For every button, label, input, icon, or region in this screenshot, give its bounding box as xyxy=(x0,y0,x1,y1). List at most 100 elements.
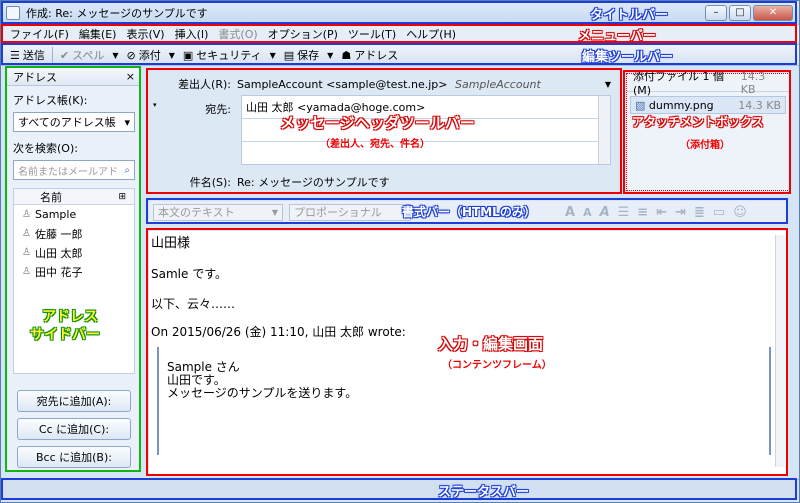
add-to-button[interactable]: 宛先に追加(A): xyxy=(17,390,131,412)
attachment-header[interactable]: 添付ファイル 1 個(M) 14.3 KB xyxy=(627,70,789,97)
attach-button[interactable]: ⊘ 添付 xyxy=(121,46,165,64)
close-button[interactable]: ✕ xyxy=(753,5,793,21)
add-bcc-button[interactable]: Bcc に追加(B): xyxy=(17,446,131,468)
lock-icon: ▣ xyxy=(182,48,194,62)
toolbar-separator xyxy=(51,47,53,63)
annotation-header-sub: （差出人、宛先、件名） xyxy=(320,139,430,150)
app-icon xyxy=(6,6,20,20)
spell-label: スペル xyxy=(72,49,105,62)
person-icon: ♙ xyxy=(22,228,31,239)
attachment-box: 添付ファイル 1 個(M) 14.3 KB ▧ dummy.png 14.3 K… xyxy=(626,70,790,191)
chevron-down-icon: ▾ xyxy=(124,115,130,129)
indent-icon[interactable]: ⇥ xyxy=(671,205,690,220)
column-name[interactable]: 名前 xyxy=(40,189,62,205)
security-dropdown-icon[interactable]: ▼ xyxy=(267,51,279,60)
column-picker-icon[interactable]: ⊞ xyxy=(118,192,126,202)
image-file-icon: ▧ xyxy=(635,98,646,112)
search-icon: ⌕ xyxy=(124,164,130,176)
annotation-edit-toolbar: 編集ツールバー xyxy=(582,50,674,65)
contact-name: 山田 太郎 xyxy=(34,246,83,260)
paperclip-icon: ⊘ xyxy=(126,48,136,62)
addressbook-select[interactable]: すべてのアドレス帳 ▾ xyxy=(13,112,135,132)
contact-name: Sample xyxy=(34,208,77,221)
spell-button[interactable]: ✔ スペル xyxy=(55,46,109,64)
list-item[interactable]: ♙ 佐藤 一郎 xyxy=(14,224,134,243)
spell-dropdown-icon[interactable]: ▼ xyxy=(109,51,121,60)
menu-format[interactable]: 書式(O) xyxy=(213,26,262,42)
list-item[interactable]: ♙ 山田 太郎 xyxy=(14,243,134,262)
annotation-attachment-box: アタッチメントボックス xyxy=(632,115,764,129)
address-sidebar: アドレス × アドレス帳(K): すべてのアドレス帳 ▾ 次を検索(O): 名前… xyxy=(7,68,141,472)
menu-edit[interactable]: 編集(E) xyxy=(74,26,122,42)
menu-bar: ファイル(F) 編集(E) 表示(V) 挿入(I) 書式(O) オプション(P)… xyxy=(1,25,799,43)
annotation-content: 入力・編集画面 xyxy=(438,335,544,353)
save-dropdown-icon[interactable]: ▼ xyxy=(324,51,336,60)
from-label: 差出人(R): xyxy=(178,78,231,91)
attach-label: 添付 xyxy=(138,49,161,62)
body-line: 以下、云々…… xyxy=(151,297,236,311)
add-cc-button[interactable]: Cc に追加(C): xyxy=(17,418,131,440)
address-button[interactable]: ☗ アドレス xyxy=(336,46,403,64)
annotation-address-sidebar-2: サイドバー xyxy=(30,327,100,343)
status-bar xyxy=(1,479,799,501)
menu-file[interactable]: ファイル(F) xyxy=(5,26,74,42)
save-button[interactable]: ▤ 保存 xyxy=(279,46,324,64)
contact-list-header: 名前 ⊞ xyxy=(14,189,134,205)
menu-tools[interactable]: ツール(T) xyxy=(343,26,401,42)
menu-view[interactable]: 表示(V) xyxy=(121,26,169,42)
menu-insert[interactable]: 挿入(I) xyxy=(170,26,214,42)
italic-icon[interactable]: A xyxy=(596,205,614,220)
numbered-list-icon[interactable]: ≡ xyxy=(633,205,652,220)
recipient-scrollbar[interactable] xyxy=(598,96,610,164)
person-icon: ♙ xyxy=(22,247,31,258)
attachment-size: 14.3 KB xyxy=(738,98,781,112)
send-label: 送信 xyxy=(22,49,45,62)
menu-help[interactable]: ヘルプ(H) xyxy=(401,26,461,42)
paragraph-format-value: 本文のテキスト xyxy=(158,206,235,219)
annotation-titlebar: タイトルバー xyxy=(590,8,669,23)
quote-right-bar xyxy=(769,347,771,455)
security-label: セキュリティ xyxy=(196,49,262,62)
search-label: 次を検索(O): xyxy=(13,142,78,155)
annotation-header-toolbar: メッセージヘッダツールバー xyxy=(280,114,475,132)
sidebar-title: アドレス xyxy=(13,70,57,84)
insert-object-icon[interactable]: ▭ xyxy=(709,205,729,220)
send-button[interactable]: ☰ 送信 xyxy=(5,46,50,64)
attach-dropdown-icon[interactable]: ▼ xyxy=(166,51,178,60)
to-label: 宛先: xyxy=(205,103,231,116)
from-account: SampleAccount xyxy=(454,77,541,91)
security-button[interactable]: ▣ セキュリティ xyxy=(178,46,267,64)
search-input[interactable]: 名前またはメールアド ⌕ xyxy=(13,160,135,180)
align-icon[interactable]: ≣ xyxy=(690,205,709,220)
paragraph-format-select[interactable]: 本文のテキスト ▼ xyxy=(153,203,283,221)
person-icon: ♙ xyxy=(22,209,31,220)
smaller-text-icon[interactable]: A xyxy=(579,206,596,219)
list-item[interactable]: ♙ Sample xyxy=(14,205,134,224)
content-scrollbar[interactable] xyxy=(775,235,785,467)
attachment-item[interactable]: ▧ dummy.png 14.3 KB xyxy=(630,96,786,114)
body-line: 山田様 xyxy=(151,236,191,251)
window-controls: – □ ✕ xyxy=(705,5,793,21)
addressbook-label: アドレス帳(K): xyxy=(13,94,88,107)
sidebar-close-icon[interactable]: × xyxy=(126,70,135,83)
smiley-icon[interactable]: ☺ xyxy=(729,205,751,220)
font-select[interactable]: プロポーショナル xyxy=(289,203,411,221)
minimize-button[interactable]: – xyxy=(705,5,727,21)
list-item[interactable]: ♙ 田中 花子 xyxy=(14,262,134,281)
contact-name: 田中 花子 xyxy=(34,265,83,279)
annotation-format-bar: 書式バー（HTMLのみ） xyxy=(402,205,536,219)
subject-input[interactable]: Re: メッセージのサンプルです xyxy=(237,174,390,190)
bullet-list-icon[interactable]: ☰ xyxy=(614,205,634,220)
maximize-button[interactable]: □ xyxy=(729,5,751,21)
annotation-content-sub: （コンテンツフレーム） xyxy=(442,360,552,371)
attachment-name: dummy.png xyxy=(648,98,714,112)
outdent-icon[interactable]: ⇤ xyxy=(652,205,671,220)
from-select[interactable]: SampleAccount <sample@test.ne.jp> Sample… xyxy=(237,78,541,91)
menu-options[interactable]: オプション(P) xyxy=(263,26,343,42)
larger-text-icon[interactable]: A xyxy=(561,205,579,220)
from-dropdown-icon[interactable]: ▼ xyxy=(605,80,611,89)
subject-row: 件名(S): Re: メッセージのサンプルです xyxy=(149,171,621,193)
from-value: SampleAccount <sample@test.ne.jp> xyxy=(237,77,448,91)
body-line: Samle です。 xyxy=(151,267,227,281)
window-title: 作成: Re: メッセージのサンプルです xyxy=(26,7,208,20)
